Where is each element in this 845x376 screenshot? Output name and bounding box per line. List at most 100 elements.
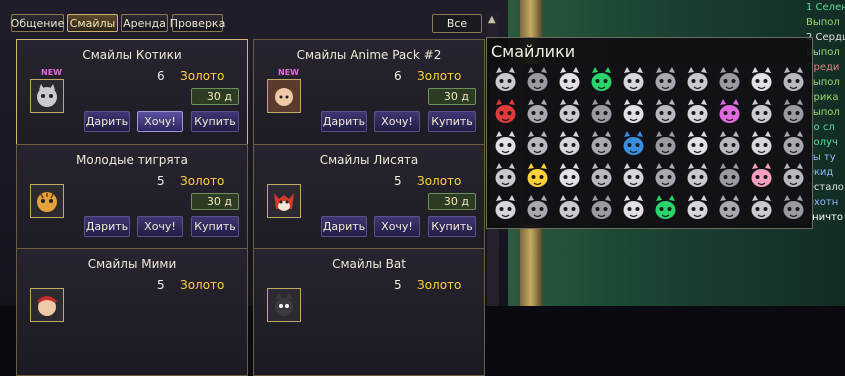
smiley-icon[interactable] xyxy=(714,64,745,96)
gift-button[interactable]: Дарить xyxy=(321,216,367,237)
price-count: 5 xyxy=(394,278,402,292)
price-count: 6 xyxy=(394,69,402,83)
price-days: 30 д xyxy=(428,193,476,210)
smiley-icon[interactable] xyxy=(554,160,585,192)
card-title: Молодые тигрята xyxy=(76,153,188,167)
buy-button[interactable]: Купить xyxy=(428,111,476,132)
gift-button[interactable]: Дарить xyxy=(321,111,367,132)
smile-pack-card[interactable]: Смайлы Bat 5 Золото xyxy=(253,248,485,376)
smiley-icon[interactable] xyxy=(522,64,553,96)
card-title: Смайлы Anime Pack #2 xyxy=(296,48,442,62)
chat-line: Выпол xyxy=(806,17,840,28)
smiley-icon[interactable] xyxy=(554,128,585,160)
tab-rent[interactable]: Аренда xyxy=(121,14,168,32)
smiley-icon[interactable] xyxy=(714,96,745,128)
smiley-icon[interactable] xyxy=(490,160,521,192)
smiley-icon[interactable] xyxy=(586,160,617,192)
smiley-icon[interactable] xyxy=(650,128,681,160)
card-title: Смайлы Лисята xyxy=(319,153,419,167)
want-button[interactable]: Хочу! xyxy=(137,111,183,132)
new-badge: NEW xyxy=(278,68,299,77)
smiley-icon[interactable] xyxy=(490,128,521,160)
smiley-icon[interactable] xyxy=(618,192,649,224)
smiley-icon[interactable] xyxy=(522,96,553,128)
smiley-icon[interactable] xyxy=(682,192,713,224)
smiley-icon[interactable] xyxy=(746,64,777,96)
smiley-icon[interactable] xyxy=(778,96,809,128)
smiley-icon[interactable] xyxy=(554,96,585,128)
price-days: 30 д xyxy=(191,193,239,210)
smiley-icon[interactable] xyxy=(650,192,681,224)
smile-pack-card[interactable]: Смайлы Мими 5 Золото xyxy=(16,248,248,376)
bat-icon xyxy=(267,288,301,322)
smiley-icon[interactable] xyxy=(682,160,713,192)
gift-button[interactable]: Дарить xyxy=(84,111,130,132)
smiley-icon[interactable] xyxy=(618,128,649,160)
tab-check[interactable]: Проверка xyxy=(170,14,225,32)
smiley-icon[interactable] xyxy=(522,192,553,224)
smiley-icon[interactable] xyxy=(490,96,521,128)
smiley-icon[interactable] xyxy=(650,96,681,128)
smiley-icon[interactable] xyxy=(554,64,585,96)
smiley-icon[interactable] xyxy=(682,128,713,160)
smiley-icon[interactable] xyxy=(714,192,745,224)
smiley-icon[interactable] xyxy=(650,160,681,192)
smiley-icon[interactable] xyxy=(522,160,553,192)
smiley-icon[interactable] xyxy=(554,192,585,224)
card-title: Смайлы Bat xyxy=(332,257,406,271)
smiley-icon[interactable] xyxy=(586,192,617,224)
smiley-icon[interactable] xyxy=(714,160,745,192)
want-button[interactable]: Хочу! xyxy=(374,216,420,237)
smiley-icon[interactable] xyxy=(682,64,713,96)
price-days: 30 д xyxy=(428,88,476,105)
tab-smiles[interactable]: Смайлы xyxy=(67,14,118,32)
want-button[interactable]: Хочу! xyxy=(137,216,183,237)
smiley-icon[interactable] xyxy=(778,128,809,160)
smiley-icon[interactable] xyxy=(746,128,777,160)
price-count: 5 xyxy=(157,174,165,188)
smileys-popup: Смайлики xyxy=(486,37,813,229)
shop-panel: Смайлы Общение Аренда Проверка Все ▲ Сма… xyxy=(0,0,508,376)
buy-button[interactable]: Купить xyxy=(191,216,239,237)
smiley-icon[interactable] xyxy=(778,192,809,224)
smiley-icon[interactable] xyxy=(586,64,617,96)
smiley-icon[interactable] xyxy=(778,160,809,192)
buy-button[interactable]: Купить xyxy=(428,216,476,237)
smiley-icon[interactable] xyxy=(586,96,617,128)
smiley-icon[interactable] xyxy=(618,160,649,192)
smiley-icon[interactable] xyxy=(682,96,713,128)
tab-chat[interactable]: Общение xyxy=(11,14,64,32)
fox-icon xyxy=(267,184,301,218)
smiley-icon[interactable] xyxy=(522,128,553,160)
gift-button[interactable]: Дарить xyxy=(84,216,130,237)
smiley-grid xyxy=(490,64,809,224)
popup-title: Смайлики xyxy=(491,42,576,61)
new-badge: NEW xyxy=(41,68,62,77)
currency-label: Золото xyxy=(417,278,462,292)
smiley-icon[interactable] xyxy=(490,64,521,96)
smiley-icon[interactable] xyxy=(618,64,649,96)
price-days: 30 д xyxy=(191,88,239,105)
currency-label: Золото xyxy=(180,278,225,292)
scroll-up-icon[interactable]: ▲ xyxy=(488,14,496,25)
smiley-icon[interactable] xyxy=(746,160,777,192)
want-button[interactable]: Хочу! xyxy=(374,111,420,132)
all-filter-button[interactable]: Все xyxy=(432,14,482,33)
price-count: 6 xyxy=(157,69,165,83)
smiley-icon[interactable] xyxy=(714,128,745,160)
smiley-icon[interactable] xyxy=(586,128,617,160)
currency-label: Золото xyxy=(417,174,462,188)
smiley-icon[interactable] xyxy=(746,192,777,224)
currency-label: Золото xyxy=(180,69,225,83)
buy-button[interactable]: Купить xyxy=(191,111,239,132)
smiley-icon[interactable] xyxy=(618,96,649,128)
cat-smile-icon xyxy=(30,79,64,113)
smiley-icon[interactable] xyxy=(778,64,809,96)
currency-label: Золото xyxy=(417,69,462,83)
price-count: 5 xyxy=(394,174,402,188)
mimi-icon xyxy=(30,288,64,322)
smiley-icon[interactable] xyxy=(490,192,521,224)
smiley-icon[interactable] xyxy=(746,96,777,128)
currency-label: Золото xyxy=(180,174,225,188)
smiley-icon[interactable] xyxy=(650,64,681,96)
